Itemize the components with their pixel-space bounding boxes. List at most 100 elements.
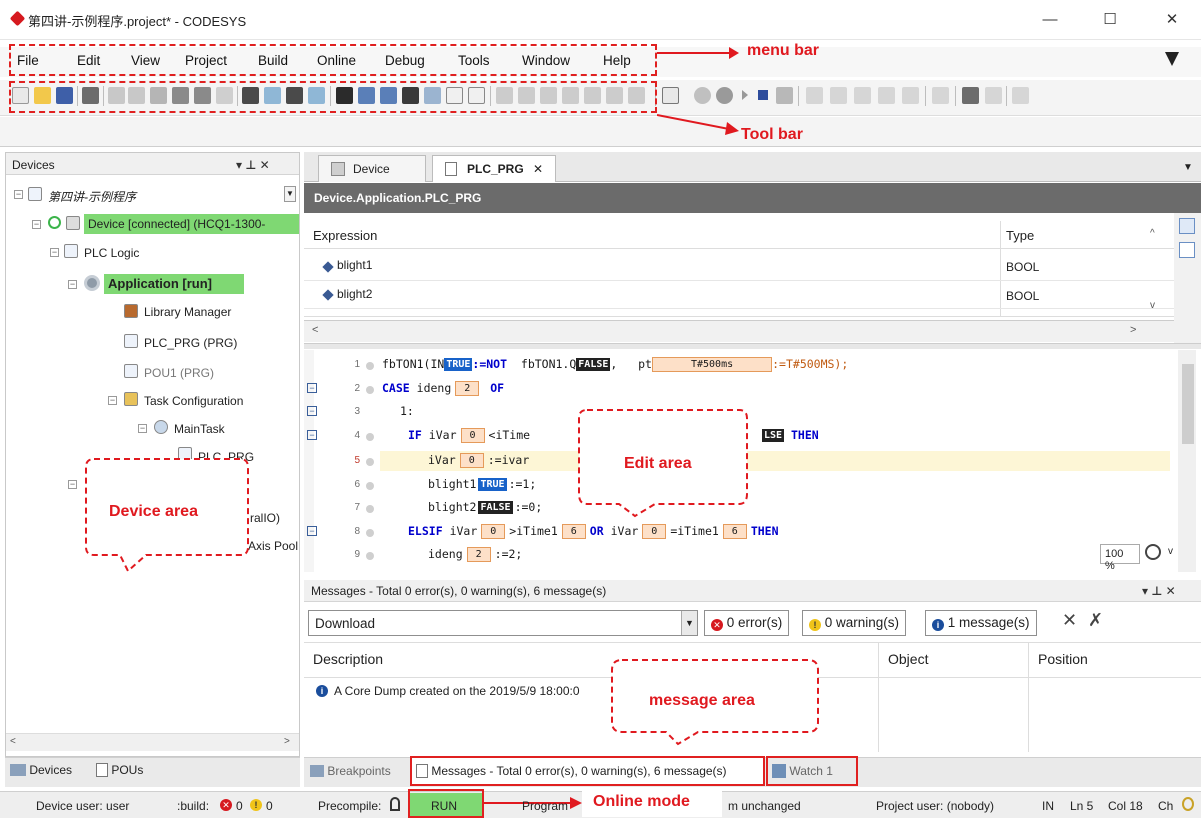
code-line-2[interactable]: CASE ideng 2 OF — [382, 381, 504, 396]
value-monitor[interactable]: 6 — [561, 524, 586, 539]
value-monitor[interactable]: 0 — [481, 524, 506, 539]
tab-plc-prg[interactable]: PLC_PRG ✕ — [432, 155, 556, 182]
code-line-7[interactable]: blight2 FALSE:=0; — [428, 500, 542, 514]
code-line-6[interactable]: blight1 TRUE:=1; — [428, 477, 536, 491]
declaration-view-icon[interactable] — [1179, 218, 1195, 234]
position-column-header[interactable]: Position — [1038, 651, 1088, 667]
tree-item-maintask[interactable]: MainTask — [174, 422, 225, 436]
value-monitor[interactable]: 2 — [466, 547, 491, 562]
fold-toggle-icon[interactable]: − — [307, 406, 317, 416]
fold-toggle-icon[interactable]: − — [307, 430, 317, 440]
value-monitor[interactable]: 2 — [455, 381, 480, 396]
tree-item-plc-prg[interactable]: PLC_PRG (PRG) — [144, 336, 237, 350]
tab-device[interactable]: Device — [318, 155, 426, 182]
code-line-4-tail[interactable]: LSE THEN — [762, 428, 819, 442]
bool-monitor-false[interactable]: FALSE — [576, 358, 611, 371]
scroll-right-icon[interactable]: > — [1130, 324, 1136, 336]
tree-item-axis-pool[interactable]: Axis Pool — [248, 539, 298, 553]
breakpoint-dot[interactable] — [366, 362, 374, 370]
login-icon[interactable] — [694, 87, 711, 104]
scroll-left-icon[interactable]: < — [312, 324, 318, 336]
breakpoint-dot[interactable] — [366, 482, 374, 490]
clear-all-messages-icon[interactable]: ✗ — [1088, 610, 1103, 631]
unforce-icon[interactable] — [985, 87, 1002, 104]
code-line-8[interactable]: ELSIF iVar 0 >iTime1 6 OR iVar 0 =iTime1 6 THEN — [408, 524, 779, 539]
scroll-right-icon[interactable]: > — [284, 736, 290, 747]
code-line-4[interactable]: IF iVar 0 <iTime — [408, 428, 530, 443]
tree-collapse-icon[interactable]: − — [108, 396, 117, 405]
clear-messages-icon[interactable]: ✕ — [1062, 610, 1077, 631]
tab-watch-1[interactable]: Watch 1 — [772, 764, 833, 786]
messages-panel-controls[interactable]: ▾ ⊥ ✕ — [1142, 584, 1176, 598]
description-column-header[interactable]: Description — [313, 651, 383, 667]
object-column-header[interactable]: Object — [888, 651, 928, 667]
tree-item-library-manager[interactable]: Library Manager — [144, 305, 231, 319]
scroll-down-icon[interactable]: v — [1150, 300, 1155, 311]
precompile-icon[interactable] — [390, 797, 400, 811]
step-into-icon[interactable] — [830, 87, 847, 104]
tree-collapse-icon[interactable]: − — [14, 190, 23, 199]
tree-item-device[interactable]: Device [connected] (HCQ1-1300- — [84, 214, 299, 234]
scroll-left-icon[interactable]: < — [10, 736, 16, 747]
table-row[interactable] — [304, 253, 1174, 281]
close-tab-icon[interactable]: ✕ — [533, 162, 543, 176]
fold-toggle-icon[interactable]: − — [307, 383, 317, 393]
toggle-breakpoint-icon[interactable] — [1012, 87, 1029, 104]
devices-horizontal-scrollbar[interactable] — [6, 733, 299, 751]
bool-monitor-false[interactable]: LSE — [762, 429, 785, 442]
tree-collapse-icon[interactable]: − — [32, 220, 41, 229]
value-monitor[interactable]: 0 — [642, 524, 667, 539]
table-row[interactable] — [304, 281, 1174, 309]
devices-panel-controls[interactable]: ▾ ⊥ ✕ — [236, 158, 270, 172]
bool-monitor-true[interactable]: TRUE — [478, 478, 507, 491]
scroll-up-icon[interactable]: ^ — [1150, 228, 1155, 239]
logout-icon[interactable] — [716, 87, 733, 104]
force-values-icon[interactable] — [962, 87, 979, 104]
tree-collapse-icon[interactable]: − — [68, 480, 77, 489]
code-line-5[interactable]: iVar 0:=ivar — [428, 453, 529, 468]
value-monitor[interactable]: 0 — [459, 453, 484, 468]
close-button[interactable]: ✕ — [1152, 8, 1192, 32]
expression-column-header[interactable]: Expression — [313, 228, 377, 243]
tab-devices[interactable]: Devices — [10, 763, 72, 785]
code-line-3[interactable]: 1: — [400, 404, 414, 418]
minimize-button[interactable]: — — [1030, 8, 1070, 32]
run-to-cursor-icon[interactable] — [878, 87, 895, 104]
editor-splitter[interactable] — [304, 343, 1201, 349]
breakpoint-dot[interactable] — [366, 458, 374, 466]
reset-icon[interactable] — [776, 87, 793, 104]
message-category-select[interactable]: Download — [308, 610, 698, 636]
menu-customize-icon[interactable] — [1165, 52, 1179, 66]
calendar-icon[interactable] — [662, 87, 679, 104]
breakpoint-dot[interactable] — [366, 505, 374, 513]
value-monitor[interactable]: 0 — [460, 428, 485, 443]
maximize-button[interactable]: ☐ — [1090, 8, 1130, 32]
tree-item-task-configuration[interactable]: Task Configuration — [144, 394, 243, 408]
tree-item-application[interactable]: Application [run] — [104, 274, 244, 294]
tree-item-io[interactable]: ralIO) — [250, 511, 280, 525]
code-line-1[interactable]: fbTON1(IN TRUE:=NOT fbTON1.Q FALSE, pt T#50… — [382, 357, 848, 372]
breakpoint-dot[interactable] — [366, 433, 374, 441]
bool-monitor-false[interactable]: FALSE — [478, 501, 513, 514]
breakpoint-dot[interactable] — [366, 386, 374, 394]
value-monitor[interactable]: T#500ms — [651, 357, 773, 372]
variable-table-horizontal-scrollbar[interactable] — [304, 320, 1174, 342]
fold-toggle-icon[interactable]: − — [307, 526, 317, 536]
tab-breakpoints[interactable]: Breakpoints — [310, 764, 391, 786]
breakpoint-dot[interactable] — [366, 529, 374, 537]
zoom-icon[interactable] — [1145, 544, 1161, 560]
type-column-header[interactable]: Type — [1006, 228, 1034, 243]
code-line-9[interactable]: ideng 2:=2; — [428, 547, 522, 562]
category-dropdown-icon[interactable]: ▼ — [681, 611, 697, 635]
step-over-icon[interactable] — [806, 87, 823, 104]
write-values-icon[interactable] — [932, 87, 949, 104]
messages-filter-button[interactable]: i 1 message(s) — [925, 610, 1037, 636]
tree-item-plc-logic[interactable]: PLC Logic — [84, 246, 139, 260]
stop-icon[interactable] — [758, 90, 768, 100]
set-next-statement-icon[interactable] — [902, 87, 919, 104]
tree-collapse-icon[interactable]: − — [138, 424, 147, 433]
tree-dropdown-button[interactable]: ▼ — [284, 186, 296, 202]
tree-collapse-icon[interactable]: − — [68, 280, 77, 289]
tab-messages[interactable]: Messages - Total 0 error(s), 0 warning(s… — [416, 764, 727, 786]
zoom-level[interactable]: 100 % — [1100, 544, 1140, 572]
